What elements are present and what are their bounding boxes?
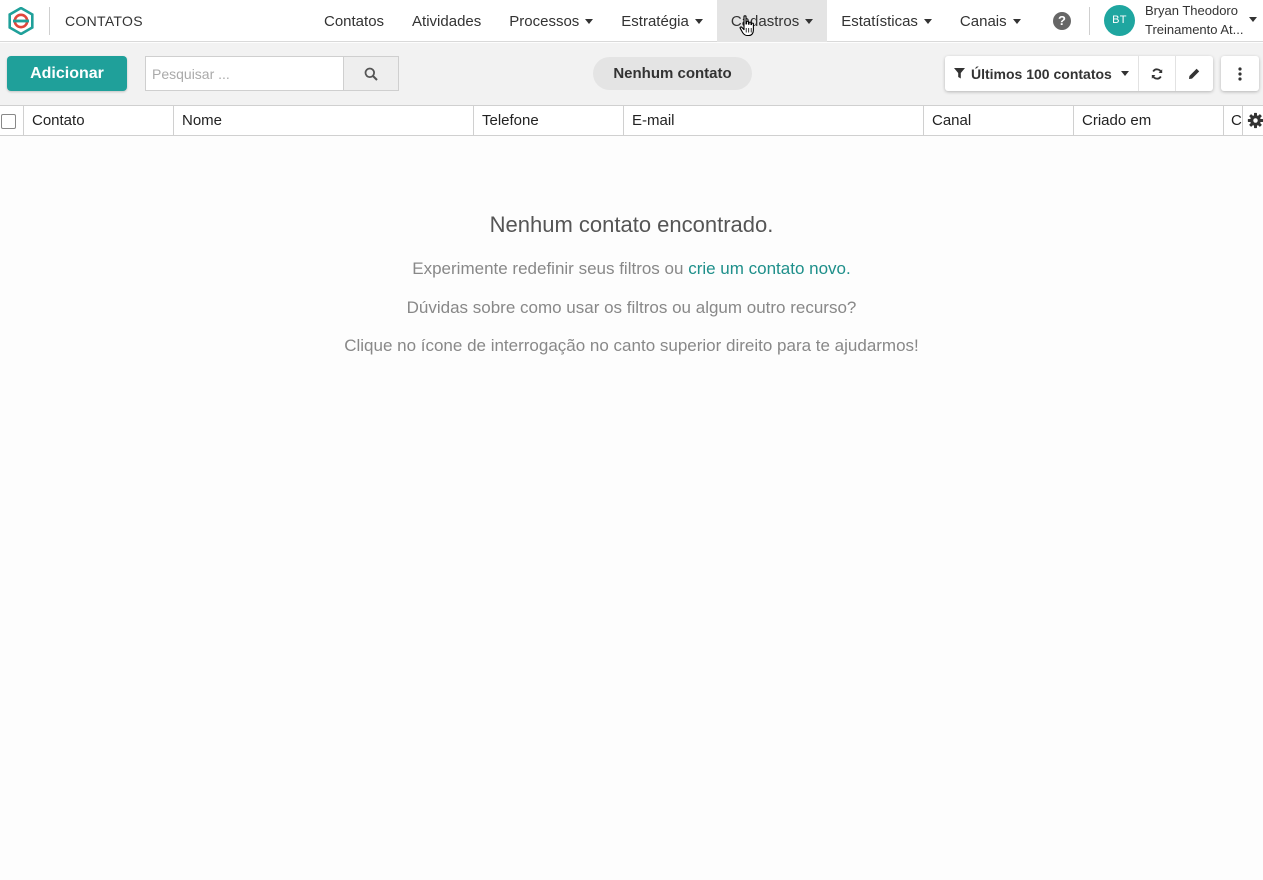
edit-button[interactable]	[1176, 56, 1213, 91]
select-all-cell	[0, 106, 24, 135]
column-header-contato[interactable]: Contato	[24, 106, 174, 135]
empty-state-title: Nenhum contato encontrado.	[489, 212, 774, 237]
nav-divider	[1089, 7, 1090, 35]
question-circle-icon[interactable]: ?	[1053, 12, 1071, 30]
column-header-nome[interactable]: Nome	[174, 106, 474, 135]
nav-estrategia[interactable]: Estratégia	[607, 0, 717, 42]
filter-icon	[954, 68, 965, 79]
nav-estatisticas[interactable]: Estatísticas	[827, 0, 946, 42]
empty-state-hint: Experimente redefinir seus filtros ou cr…	[0, 259, 1263, 279]
create-contact-link[interactable]: crie um contato novo.	[688, 259, 851, 278]
column-header-email[interactable]: E-mail	[624, 106, 924, 135]
page-title: CONTATOS	[65, 13, 143, 29]
pencil-icon	[1189, 68, 1200, 79]
toolbar: Adicionar Nenhum contato Últimos 100 con…	[0, 43, 1263, 105]
filter-dropdown[interactable]: Últimos 100 contatos	[945, 56, 1139, 91]
status-badge: Nenhum contato	[593, 57, 752, 90]
nav-processos[interactable]: Processos	[495, 0, 607, 42]
main-nav: Contatos Atividades Processos Estratégia…	[310, 0, 1035, 42]
more-options-button[interactable]	[1221, 56, 1259, 91]
vertical-ellipsis-icon	[1238, 66, 1242, 81]
search-button[interactable]	[343, 56, 399, 91]
filter-group: Últimos 100 contatos	[945, 56, 1213, 91]
logo-divider	[49, 7, 50, 35]
nav-atividades[interactable]: Atividades	[398, 0, 495, 42]
avatar[interactable]: BT	[1104, 5, 1135, 36]
user-menu-caret-icon[interactable]	[1249, 17, 1257, 22]
empty-state-question: Dúvidas sobre como usar os filtros ou al…	[406, 298, 857, 317]
select-all-checkbox[interactable]	[1, 114, 16, 129]
empty-state-help-text: Clique no ícone de interrogação no canto…	[344, 336, 919, 355]
caret-down-icon	[923, 18, 932, 24]
nav-contatos-label: Contatos	[324, 12, 385, 30]
refresh-button[interactable]	[1139, 56, 1176, 91]
nav-cadastros[interactable]: Cadastros	[716, 0, 828, 42]
caret-down-icon	[805, 18, 814, 24]
search-icon	[364, 67, 378, 81]
nav-estrategia-label: Estratégia	[621, 12, 689, 30]
user-name[interactable]: Bryan Theodoro	[1145, 3, 1238, 18]
search-input[interactable]	[145, 56, 344, 91]
table-header: Contato Nome Telefone E-mail Canal Criad…	[0, 105, 1263, 136]
nav-estatisticas-label: Estatísticas	[841, 12, 918, 30]
filter-label: Últimos 100 contatos	[971, 65, 1112, 82]
add-button[interactable]: Adicionar	[7, 56, 127, 91]
empty-state-hint-text: Experimente redefinir seus filtros ou	[412, 259, 684, 278]
nav-canais[interactable]: Canais	[946, 0, 1035, 42]
refresh-icon	[1151, 67, 1163, 80]
column-header-telefone[interactable]: Telefone	[474, 106, 624, 135]
top-navbar: CONTATOS Contatos Atividades Processos E…	[0, 0, 1263, 42]
nav-atividades-label: Atividades	[412, 12, 482, 30]
column-header-canal[interactable]: Canal	[924, 106, 1074, 135]
hand-pointer-cursor-icon	[739, 15, 754, 37]
caret-down-icon	[1012, 18, 1021, 24]
caret-down-icon	[585, 18, 594, 24]
nav-canais-label: Canais	[959, 12, 1007, 30]
app-logo-icon[interactable]	[7, 7, 35, 35]
user-org[interactable]: Treinamento At...	[1145, 22, 1244, 37]
column-header-criado-em[interactable]: Criado em	[1074, 106, 1224, 135]
nav-contatos[interactable]: Contatos	[310, 0, 398, 42]
nav-processos-label: Processos	[509, 12, 580, 30]
caret-down-icon	[1120, 71, 1129, 76]
caret-down-icon	[694, 18, 703, 24]
column-header-truncated[interactable]: C	[1224, 106, 1243, 135]
gear-icon[interactable]	[1247, 112, 1263, 129]
